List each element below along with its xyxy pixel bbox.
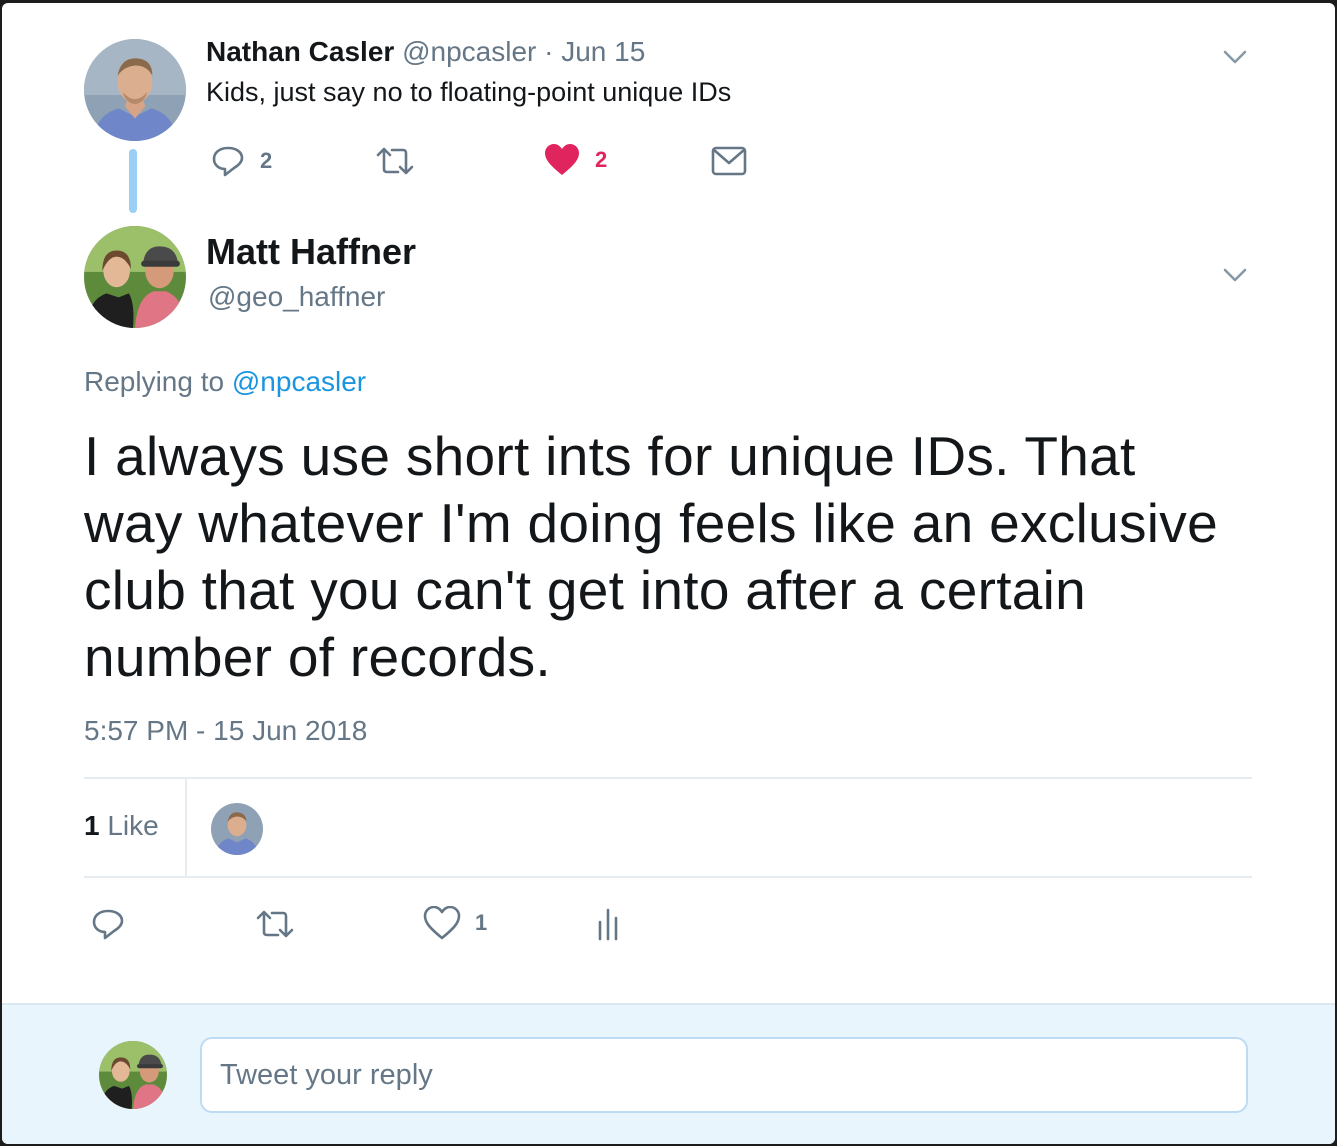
- tweet-card: Nathan Casler @npcasler · Jun 15 Kids, j…: [2, 3, 1335, 1144]
- replying-to: Replying to @npcasler: [84, 366, 366, 398]
- like-count: 1: [475, 910, 488, 935]
- likes-count: 1: [84, 810, 100, 841]
- tweet-text: I always use short ints for unique IDs. …: [84, 425, 1218, 688]
- like-button[interactable]: 1: [423, 906, 487, 940]
- likes-label: Like: [107, 810, 159, 841]
- heart-icon: [545, 144, 579, 175]
- author-handle[interactable]: @geo_haffner: [208, 281, 385, 313]
- chevron-down-icon[interactable]: [1221, 43, 1249, 71]
- reply-input[interactable]: [200, 1037, 1248, 1113]
- current-user-avatar[interactable]: [99, 1041, 167, 1109]
- replying-to-link[interactable]: @npcasler: [232, 366, 366, 397]
- replying-to-label: Replying to: [84, 366, 225, 397]
- tweet-timestamp[interactable]: 5:57 PM - 15 Jun 2018: [84, 715, 367, 747]
- divider: [84, 777, 1252, 779]
- liker-avatar[interactable]: [211, 803, 263, 855]
- mail-icon: [711, 146, 747, 176]
- author-avatar[interactable]: [84, 226, 186, 328]
- reply-icon: [212, 146, 244, 177]
- parent-tweet-date[interactable]: Jun 15: [561, 36, 645, 67]
- reply-icon: [92, 909, 124, 940]
- parent-message-button[interactable]: [710, 143, 748, 179]
- retweet-icon: [256, 910, 294, 938]
- likes-summary[interactable]: 1 Like: [84, 810, 159, 842]
- heart-icon: [423, 906, 461, 940]
- chevron-down-icon[interactable]: [1221, 261, 1249, 289]
- header-separator: ·: [544, 36, 554, 67]
- parent-retweet-button[interactable]: [374, 143, 416, 179]
- retweet-button[interactable]: [254, 906, 296, 942]
- parent-reply-button[interactable]: 2: [210, 143, 272, 179]
- divider: [185, 779, 187, 877]
- parent-tweet-text: Kids, just say no to floating-point uniq…: [206, 77, 732, 107]
- parent-author-name[interactable]: Nathan Casler: [206, 36, 394, 67]
- parent-author-handle[interactable]: @npcasler: [402, 36, 536, 67]
- reply-button[interactable]: [90, 906, 126, 942]
- parent-like-count: 2: [595, 147, 608, 172]
- thread-connector: [129, 149, 137, 213]
- parent-like-button[interactable]: 2: [543, 143, 607, 177]
- retweet-icon: [376, 147, 414, 175]
- divider: [84, 876, 1252, 878]
- parent-reply-count: 2: [260, 148, 273, 173]
- parent-author-avatar[interactable]: [84, 39, 186, 141]
- author-name[interactable]: Matt Haffner: [206, 231, 416, 273]
- parent-tweet-header: Nathan Casler @npcasler · Jun 15: [206, 36, 645, 68]
- analytics-icon: [598, 908, 618, 941]
- analytics-button[interactable]: [592, 906, 624, 942]
